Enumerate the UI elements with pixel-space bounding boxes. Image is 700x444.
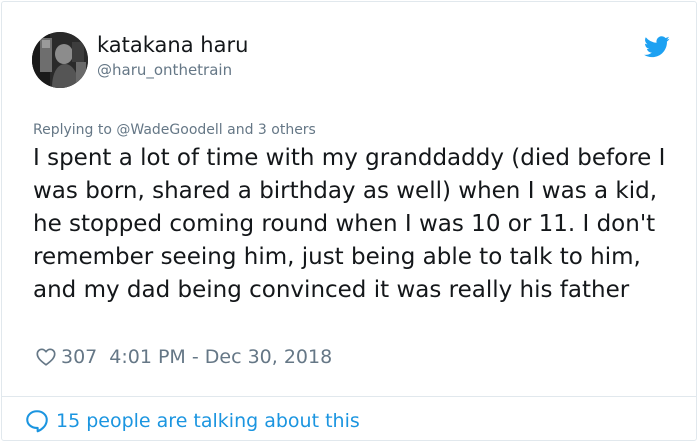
- tweet-card: katakana haru @haru_onthetrain Replying …: [1, 1, 697, 441]
- heart-icon[interactable]: [35, 346, 57, 368]
- tweet-timestamp[interactable]: 4:01 PM - Dec 30, 2018: [109, 346, 332, 368]
- user-avatar-photo: [32, 32, 88, 88]
- replying-to-text[interactable]: Replying to @WadeGoodell and 3 others: [33, 122, 316, 138]
- avatar[interactable]: [32, 32, 88, 88]
- author-display-name[interactable]: katakana haru: [97, 33, 248, 57]
- talking-label: 15 people are talking about this: [56, 410, 360, 432]
- like-count[interactable]: 307: [61, 346, 97, 368]
- divider: [2, 396, 696, 397]
- tweet-body: I spent a lot of time with my granddaddy…: [33, 145, 666, 303]
- author-handle[interactable]: @haru_onthetrain: [97, 61, 232, 79]
- twitter-bird-icon[interactable]: [644, 36, 670, 58]
- comment-bubble-icon: [26, 410, 48, 433]
- conversation-link[interactable]: 15 people are talking about this: [24, 407, 360, 435]
- tweet-meta: 307 4:01 PM - Dec 30, 2018: [35, 345, 332, 369]
